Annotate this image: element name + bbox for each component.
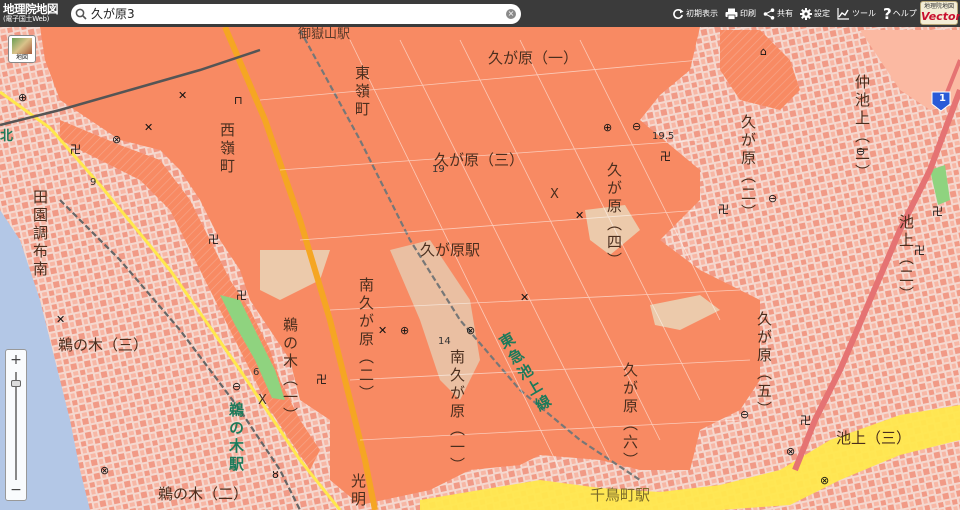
help-label: ヘルプ bbox=[892, 9, 917, 18]
route-1-number: 1 bbox=[939, 93, 946, 104]
label-chidoricho-station: 千鳥町駅 bbox=[590, 486, 651, 504]
svg-text:卍: 卍 bbox=[70, 143, 81, 156]
label-ontakesan-station: 御嶽山駅 bbox=[298, 27, 351, 42]
svg-text:卍: 卍 bbox=[316, 373, 327, 386]
label-unoki-3: 鵜の木（三） bbox=[58, 336, 149, 354]
elevation-14: 14 bbox=[438, 336, 451, 347]
svg-text:卍: 卍 bbox=[800, 414, 811, 427]
reset-view-label: 初期表示 bbox=[686, 9, 718, 18]
toolbar: 初期表示 印刷 共有 設定 ツール ? ヘルプ bbox=[672, 0, 924, 27]
svg-text:⊖: ⊖ bbox=[232, 380, 241, 393]
search-input[interactable] bbox=[91, 4, 506, 23]
layer-switch-label: 地図 bbox=[15, 54, 28, 61]
zoom-slider-handle[interactable] bbox=[11, 380, 21, 387]
zoom-out-button[interactable]: − bbox=[6, 481, 26, 499]
header-bar: 地理院地図 (電子国土Web) × 初期表示 印刷 共有 bbox=[0, 0, 960, 27]
label-ikegami-3: 池上（三） bbox=[836, 429, 912, 447]
label-kou: 光明 bbox=[349, 473, 367, 509]
svg-text:⌂: ⌂ bbox=[760, 45, 767, 58]
svg-text:✕: ✕ bbox=[178, 89, 187, 102]
svg-text:⊗: ⊗ bbox=[820, 474, 829, 487]
svg-text:卍: 卍 bbox=[718, 203, 729, 216]
map-graphics: ⊕ ⊗ ✕ ⊓ ✕ 卍 ⊕ ⊖ ⌂ 卍 卍 ⊖ 卍 卍 ✕ ✕ ⊕ ✕ ⊗ 卍 bbox=[0, 27, 960, 510]
settings-label: 設定 bbox=[814, 9, 830, 18]
x-mark-2: X bbox=[258, 393, 267, 408]
layer-switch-button[interactable]: 地図 bbox=[8, 35, 36, 63]
label-unoki-station: 鵜の木駅 bbox=[227, 402, 245, 474]
reset-view-button[interactable]: 初期表示 bbox=[672, 8, 718, 20]
clear-search-icon[interactable]: × bbox=[506, 8, 516, 19]
map-app: 地理院地図 (電子国土Web) × 初期表示 印刷 共有 bbox=[0, 0, 960, 510]
label-kugahara-5: 久が原（五） bbox=[755, 311, 773, 419]
label-kugahara-4: 久が原（四） bbox=[605, 162, 623, 270]
label-minami-kugahara-1: 南久が原（一） bbox=[448, 349, 466, 475]
search-box: × bbox=[71, 3, 521, 24]
elevation-6: 6 bbox=[253, 367, 260, 378]
zoom-in-button[interactable]: + bbox=[6, 351, 26, 369]
svg-text:⊗: ⊗ bbox=[466, 324, 475, 337]
app-title: 地理院地図 bbox=[3, 1, 59, 16]
share-label: 共有 bbox=[777, 9, 793, 18]
svg-text:⊕: ⊕ bbox=[603, 121, 612, 134]
svg-text:✕: ✕ bbox=[575, 209, 584, 222]
svg-text:⊓: ⊓ bbox=[234, 94, 243, 107]
svg-text:ȣ: ȣ bbox=[272, 468, 279, 481]
zoom-control: + − bbox=[5, 349, 27, 501]
svg-text:✕: ✕ bbox=[520, 291, 529, 304]
chart-tool-icon bbox=[837, 7, 849, 20]
svg-text:✕: ✕ bbox=[378, 324, 387, 337]
kita-mark: 北 bbox=[0, 129, 14, 144]
gear-icon bbox=[800, 7, 812, 20]
svg-text:⊖: ⊖ bbox=[768, 192, 777, 205]
label-ikegami-2: 池上（二） bbox=[897, 214, 915, 304]
x-mark-1: X bbox=[550, 187, 559, 202]
label-kugahara-6: 久が原（六） bbox=[621, 362, 639, 470]
share-button[interactable]: 共有 bbox=[763, 7, 793, 20]
svg-text:卍: 卍 bbox=[208, 233, 219, 246]
search-icon[interactable] bbox=[71, 4, 91, 24]
elevation-19: 19 bbox=[432, 164, 445, 175]
svg-text:卍: 卍 bbox=[660, 150, 671, 163]
print-label: 印刷 bbox=[740, 9, 756, 18]
printer-icon bbox=[725, 8, 738, 20]
label-unoki-2: 鵜の木（二） bbox=[158, 485, 249, 503]
zoom-slider-track[interactable] bbox=[15, 372, 17, 480]
app-subtitle: (電子国土Web) bbox=[3, 15, 50, 24]
svg-text:⊗: ⊗ bbox=[112, 133, 121, 146]
svg-text:⊗: ⊗ bbox=[786, 445, 795, 458]
svg-text:✕: ✕ bbox=[56, 313, 65, 326]
svg-text:✕: ✕ bbox=[144, 121, 153, 134]
label-nishirei: 西嶺町 bbox=[218, 122, 236, 176]
label-higashirei: 東嶺町 bbox=[353, 65, 371, 119]
share-icon bbox=[763, 7, 775, 20]
print-button[interactable]: 印刷 bbox=[725, 8, 756, 20]
app-logo[interactable]: 地理院地図 (電子国土Web) bbox=[3, 1, 69, 24]
label-kugahara-3: 久が原（三） bbox=[434, 151, 525, 169]
svg-text:⊖: ⊖ bbox=[740, 408, 749, 421]
label-kugahara-1: 久が原（一） bbox=[488, 49, 579, 67]
label-minami-kugahara-2: 南久が原（二） bbox=[357, 277, 375, 403]
label-unoki-1: 鵜の木（一） bbox=[281, 317, 299, 425]
svg-text:卍: 卍 bbox=[932, 205, 943, 218]
settings-button[interactable]: 設定 bbox=[800, 7, 830, 20]
svg-text:卍: 卍 bbox=[236, 289, 247, 302]
label-kugahara-station: 久が原駅 bbox=[420, 241, 481, 259]
tools-label: ツール bbox=[852, 9, 876, 18]
label-kugahara-2: 久が原（二） bbox=[739, 114, 757, 222]
svg-text:⊕: ⊕ bbox=[18, 91, 27, 104]
svg-text:⊕: ⊕ bbox=[400, 324, 409, 337]
label-denenchofu: 田園調布南 bbox=[31, 189, 49, 279]
label-nakaikegami-2: 仲池上（二） bbox=[853, 74, 871, 182]
help-icon: ? bbox=[883, 4, 892, 23]
vector-map-button[interactable]: 地理院地図 Vector bbox=[920, 1, 960, 25]
svg-text:⊗: ⊗ bbox=[100, 464, 109, 477]
tools-button[interactable]: ツール bbox=[837, 7, 876, 20]
svg-text:⊖: ⊖ bbox=[632, 120, 641, 133]
help-button[interactable]: ? ヘルプ bbox=[883, 5, 917, 23]
vector-map-label: Vector bbox=[921, 10, 960, 23]
elevation-9: 9 bbox=[90, 177, 97, 188]
map-canvas[interactable]: ⊕ ⊗ ✕ ⊓ ✕ 卍 ⊕ ⊖ ⌂ 卍 卍 ⊖ 卍 卍 ✕ ✕ ⊕ ✕ ⊗ 卍 bbox=[0, 27, 960, 510]
elevation-19-5: 19.5 bbox=[652, 131, 675, 142]
reset-icon bbox=[673, 8, 684, 19]
